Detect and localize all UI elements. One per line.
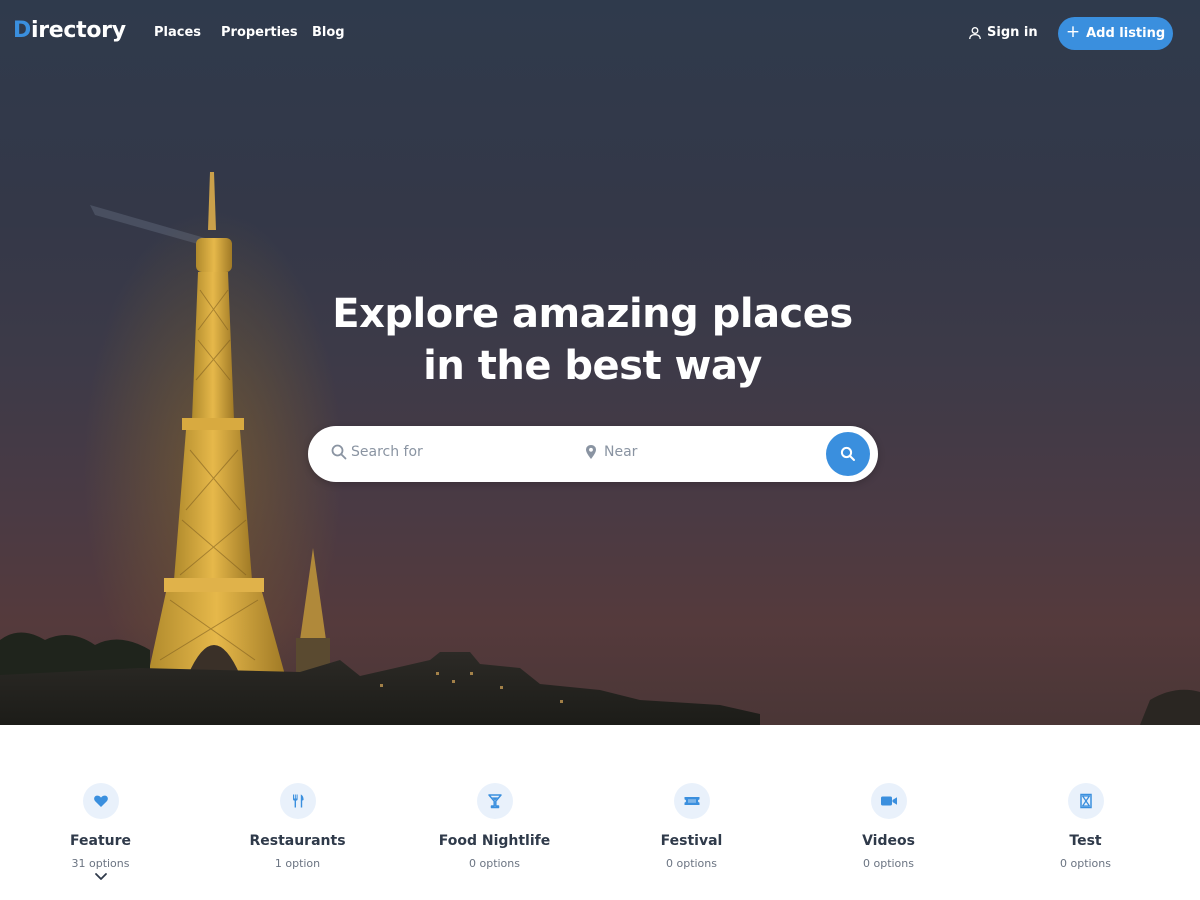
- category-icon-wrap: [1067, 783, 1104, 819]
- hero-headline-line1: Explore amazing places: [332, 291, 853, 337]
- chevron-down-icon[interactable]: [94, 872, 108, 882]
- logo[interactable]: Directory: [13, 18, 126, 43]
- search-icon: [840, 446, 855, 461]
- category-count: 1 option: [274, 857, 321, 870]
- fork-knife-icon: [292, 794, 304, 808]
- category-count: 0 options: [862, 857, 914, 870]
- map-pin-icon: [586, 445, 596, 459]
- nav-link-blog[interactable]: Blog: [312, 25, 345, 40]
- category-restaurants[interactable]: Restaurants 1 option: [199, 783, 396, 870]
- hero-section: Directory Places Properties Blog Sign in…: [0, 0, 1200, 725]
- category-name: Restaurants: [249, 833, 346, 849]
- add-listing-label: Add listing: [1086, 26, 1166, 41]
- category-name: Feature: [70, 833, 131, 849]
- search-submit-button[interactable]: [826, 432, 870, 476]
- hero-headline: Explore amazing places in the best way: [250, 288, 935, 392]
- category-videos[interactable]: Videos 0 options: [790, 783, 987, 870]
- hourglass-icon: [1079, 793, 1092, 809]
- search-for-field: [331, 444, 571, 460]
- category-count: 31 options: [71, 857, 130, 870]
- cocktail-icon: [487, 794, 502, 809]
- category-festival[interactable]: Festival 0 options: [593, 783, 790, 870]
- category-icon-wrap: [82, 783, 119, 819]
- category-name: Food Nightlife: [438, 833, 551, 849]
- video-camera-icon: [880, 796, 897, 806]
- category-feature[interactable]: Feature 31 options: [2, 783, 199, 882]
- plus-icon: +: [1065, 22, 1081, 42]
- near-field: [584, 444, 824, 460]
- user-icon: [969, 26, 981, 39]
- heart-icon: [93, 795, 108, 807]
- category-icon-wrap: [476, 783, 513, 819]
- search-icon: [331, 444, 347, 460]
- nav-link-properties[interactable]: Properties: [221, 25, 298, 40]
- category-count: 0 options: [665, 857, 717, 870]
- category-icon-wrap: [673, 783, 710, 819]
- categories-section: Feature 31 options Restaurants 1 option …: [0, 725, 1200, 900]
- category-icon-wrap: [279, 783, 316, 819]
- search-bar: [308, 426, 878, 482]
- category-icon-wrap: [870, 783, 907, 819]
- near-input[interactable]: [604, 444, 824, 460]
- category-test[interactable]: Test 0 options: [987, 783, 1184, 870]
- hero-headline-line2: in the best way: [423, 343, 762, 389]
- logo-initial: D: [13, 18, 31, 43]
- ticket-icon: [684, 797, 699, 805]
- sign-in-label: Sign in: [987, 25, 1038, 40]
- top-navbar: Directory Places Properties Blog Sign in…: [0, 0, 1200, 66]
- category-count: 0 options: [1059, 857, 1111, 870]
- sign-in-link[interactable]: Sign in: [968, 25, 1038, 40]
- category-count: 0 options: [468, 857, 520, 870]
- search-input[interactable]: [351, 444, 571, 460]
- category-name: Festival: [660, 833, 723, 849]
- category-food-nightlife[interactable]: Food Nightlife 0 options: [396, 783, 593, 870]
- category-name: Test: [1069, 833, 1102, 849]
- nav-link-places[interactable]: Places: [154, 25, 201, 40]
- category-name: Videos: [862, 833, 915, 849]
- add-listing-button[interactable]: + Add listing: [1058, 17, 1173, 50]
- logo-text: irectory: [30, 18, 126, 43]
